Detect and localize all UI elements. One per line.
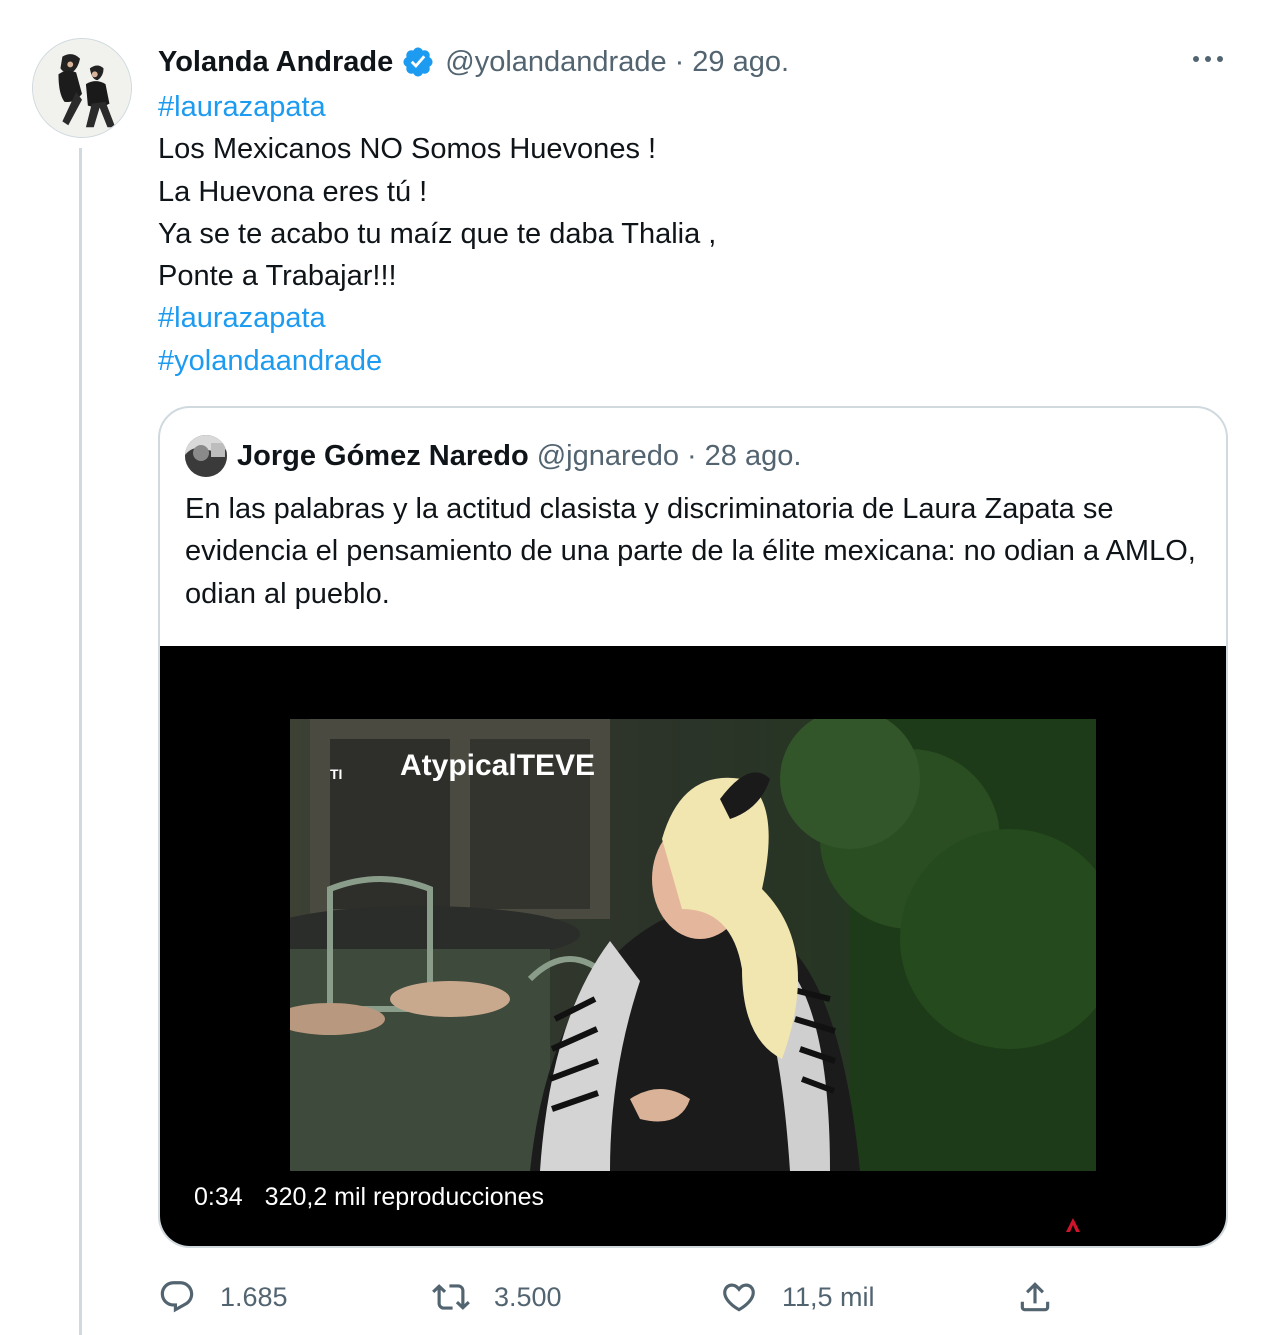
video-views: 320,2 mil reproducciones bbox=[264, 1183, 544, 1211]
retweet-button[interactable]: 3.500 bbox=[432, 1275, 562, 1319]
quoted-tweet-header: Jorge Gómez Naredo @jgnaredo · 28 ago. bbox=[185, 434, 801, 478]
quoted-header-separator: · bbox=[687, 439, 697, 472]
quoted-avatar-image bbox=[185, 435, 227, 477]
more-icon-dot bbox=[1217, 56, 1223, 62]
tweet-date[interactable]: 29 ago. bbox=[692, 46, 789, 79]
quoted-tweet-text: En las palabras y la actitud clasista y … bbox=[185, 493, 1196, 610]
quoted-author-name: Jorge Gómez Naredo bbox=[237, 439, 529, 472]
hashtag-link[interactable]: #laurazapata bbox=[158, 297, 716, 339]
quoted-tweet-date: 28 ago. bbox=[704, 439, 802, 472]
video-duration: 0:34 bbox=[194, 1183, 243, 1211]
quoted-author-avatar bbox=[185, 435, 227, 477]
thread-connector-line bbox=[79, 148, 82, 1335]
heart-icon bbox=[723, 1283, 755, 1312]
tweet-header: Yolanda Andrade @yolandandrade · 29 ago. bbox=[158, 40, 789, 84]
avatar-image bbox=[33, 39, 131, 137]
reply-count: 1.685 bbox=[220, 1281, 288, 1312]
share-icon bbox=[1020, 1282, 1050, 1312]
more-icon-dot bbox=[1205, 56, 1211, 62]
video-corner-mark: TI bbox=[330, 766, 342, 782]
video-player[interactable]: AtypicalTEVE TI 0:34 320,2 mil reproducc… bbox=[160, 646, 1226, 1246]
tweet-text-line: Ponte a Trabajar!!! bbox=[158, 260, 397, 293]
author-name[interactable]: Yolanda Andrade bbox=[158, 46, 393, 79]
like-count: 11,5 mil bbox=[782, 1281, 875, 1312]
quoted-tweet-card[interactable]: Jorge Gómez Naredo @jgnaredo · 28 ago. E… bbox=[158, 406, 1228, 1248]
author-avatar[interactable] bbox=[32, 38, 132, 138]
video-watermark: AtypicalTEVE bbox=[400, 749, 595, 782]
tweet-text-line: Los Mexicanos NO Somos Huevones ! bbox=[158, 133, 657, 166]
more-options-button[interactable] bbox=[1190, 44, 1226, 74]
hashtag-link[interactable]: #yolandaandrade bbox=[158, 340, 716, 382]
video-channel-logo-icon bbox=[1066, 1218, 1080, 1232]
retweet-icon bbox=[432, 1284, 470, 1310]
like-button[interactable]: 11,5 mil bbox=[720, 1275, 875, 1319]
reply-button[interactable]: 1.685 bbox=[158, 1275, 288, 1319]
tweet-text: #laurazapata Los Mexicanos NO Somos Huev… bbox=[158, 86, 716, 382]
more-icon bbox=[1193, 56, 1199, 62]
video-meta: 0:34 320,2 mil reproducciones bbox=[194, 1183, 544, 1212]
tweet-text-line: Ya se te acabo tu maíz que te daba Thali… bbox=[158, 217, 717, 250]
retweet-count: 3.500 bbox=[494, 1281, 562, 1312]
author-handle[interactable]: @yolandandrade bbox=[445, 46, 666, 79]
video-thumbnail: AtypicalTEVE TI bbox=[290, 719, 1096, 1171]
verified-badge-icon bbox=[403, 47, 433, 77]
share-button[interactable] bbox=[1016, 1275, 1054, 1319]
quoted-author-handle: @jgnaredo bbox=[536, 439, 679, 472]
tweet-text-line: La Huevona eres tú ! bbox=[158, 175, 428, 208]
video-frame: AtypicalTEVE TI bbox=[290, 719, 1096, 1171]
header-separator: · bbox=[674, 45, 685, 78]
reply-icon bbox=[160, 1281, 194, 1313]
hashtag-link[interactable]: #laurazapata bbox=[158, 86, 716, 128]
tweet-action-bar: 1.685 3.500 11,5 mil bbox=[158, 1275, 1238, 1319]
